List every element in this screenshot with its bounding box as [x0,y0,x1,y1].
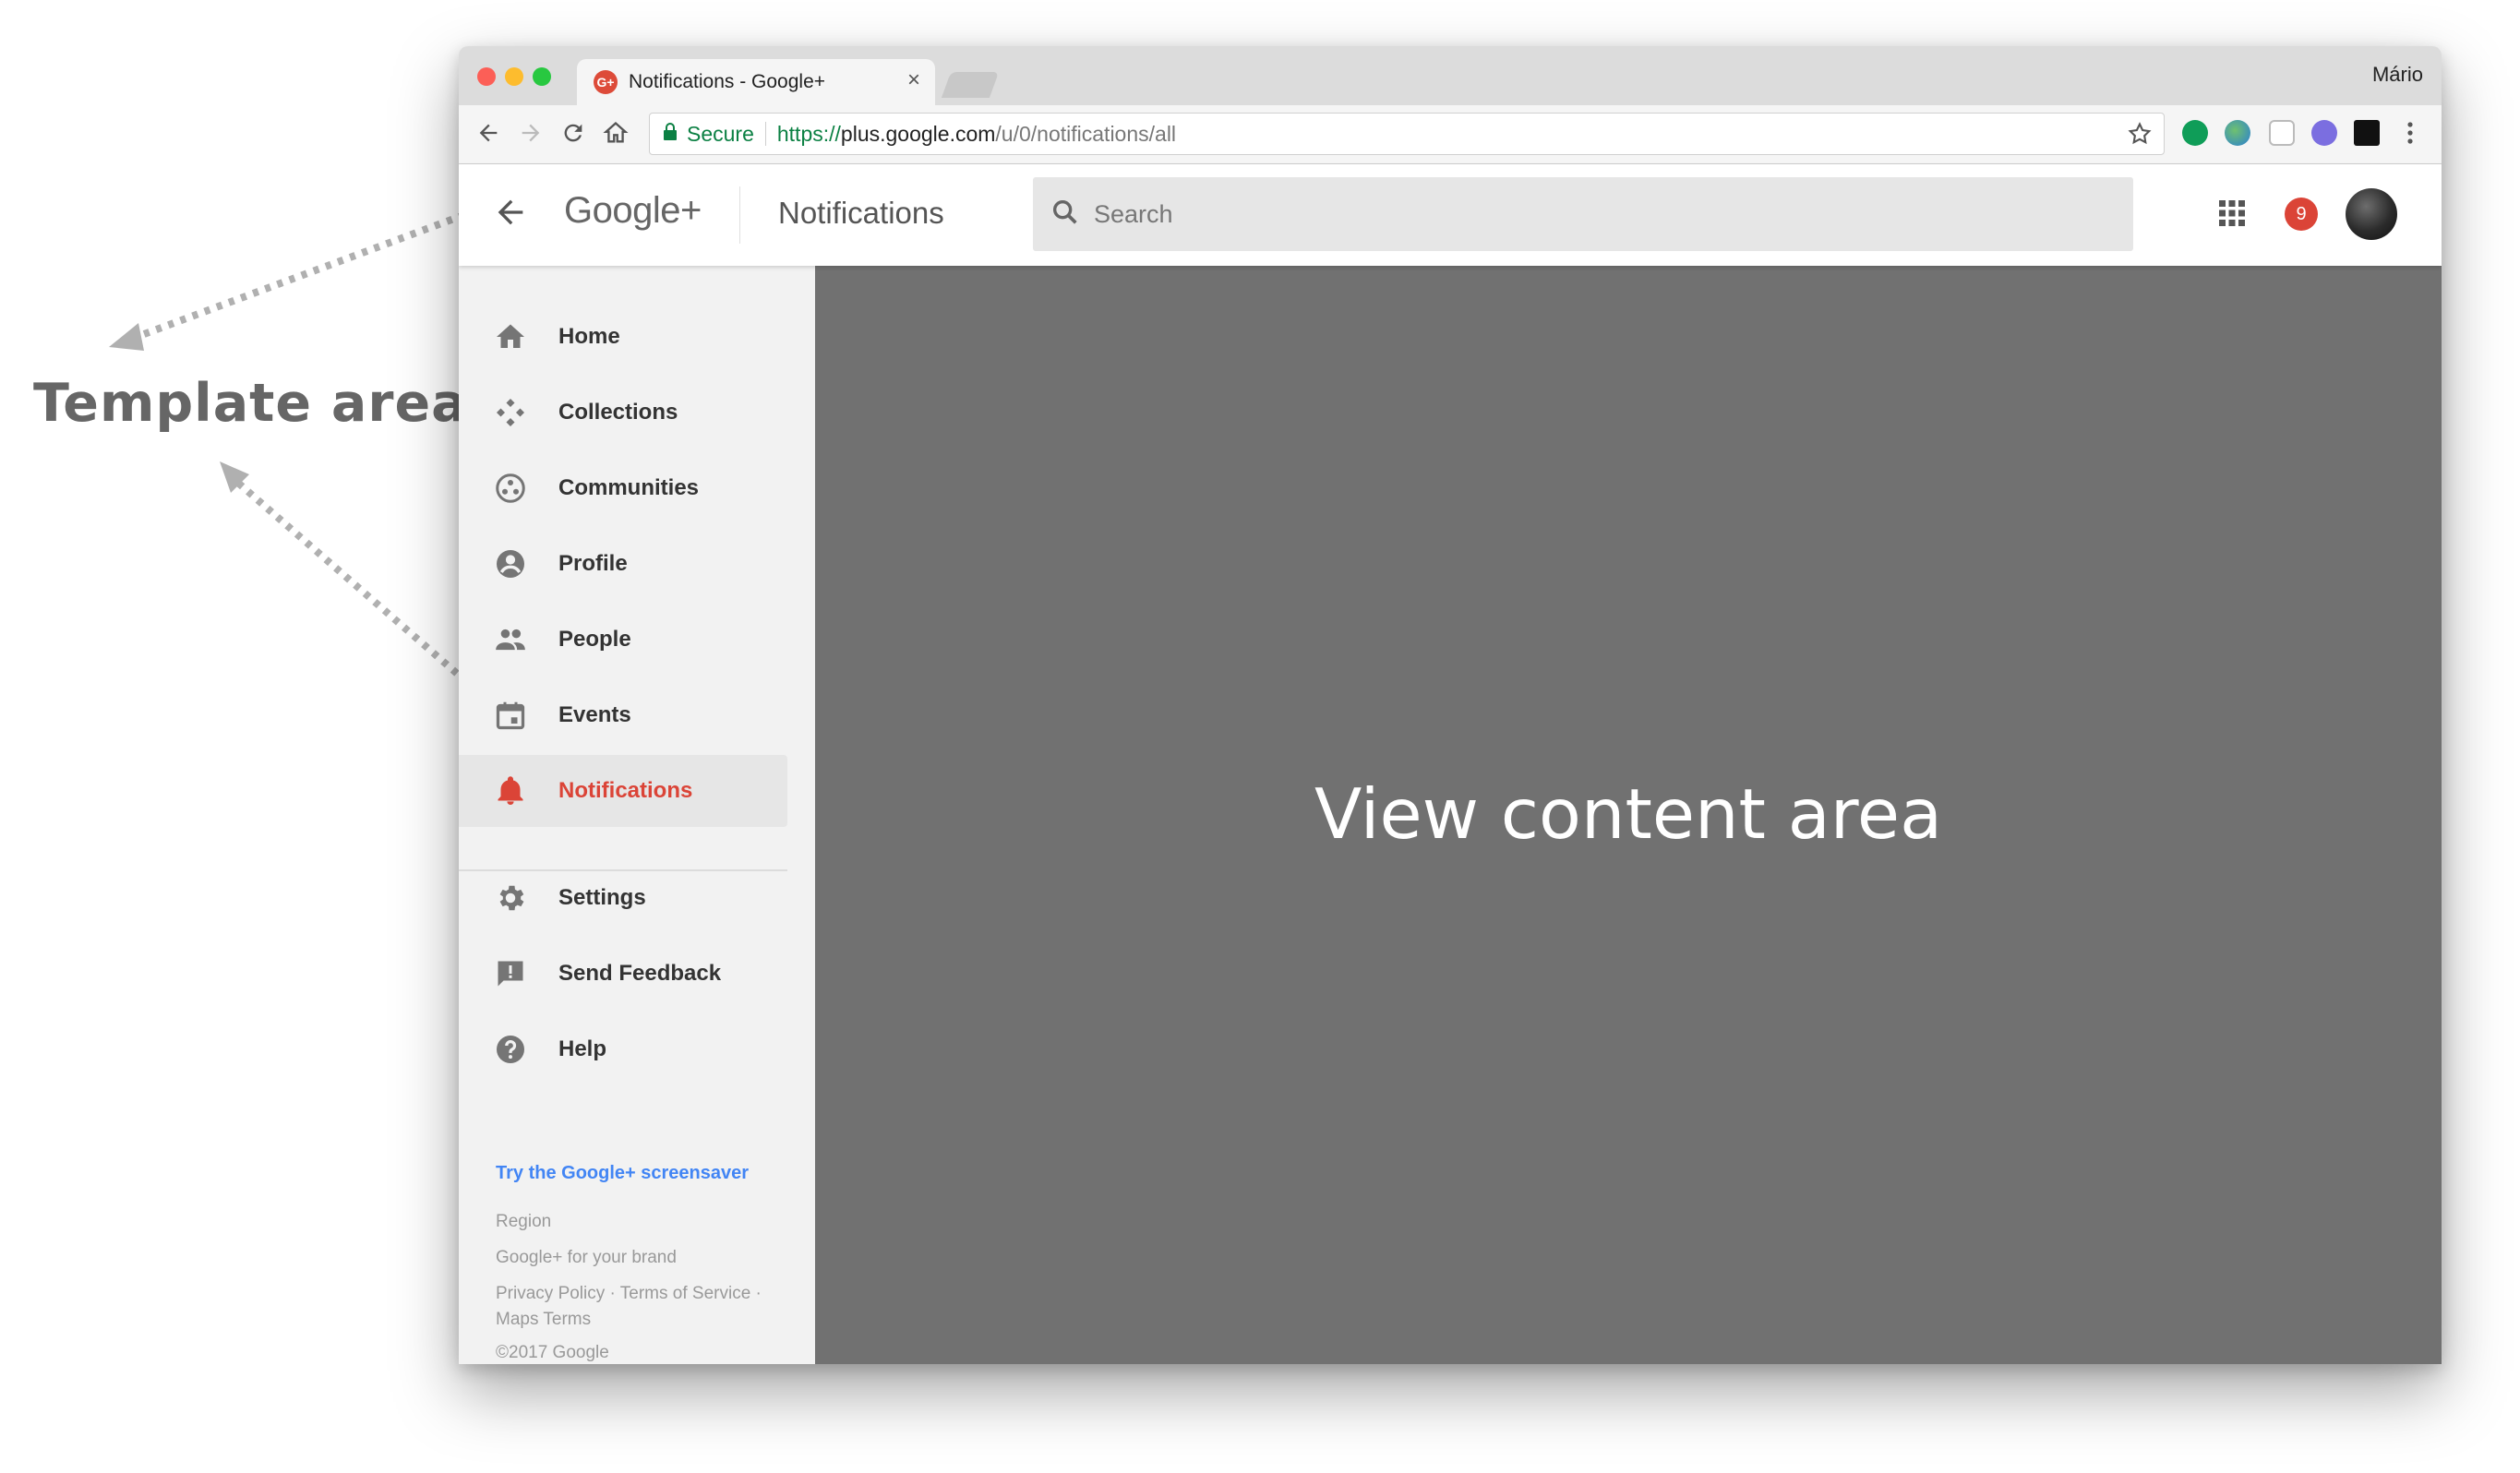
url-field[interactable]: Secure https://plus.google.com/u/0/notif… [649,113,2165,155]
sidebar-item-help[interactable]: Help [459,1013,787,1085]
search-input[interactable]: Search [1033,177,2133,251]
help-icon [492,1031,529,1068]
sidebar-item-label: People [558,627,631,652]
profile-name[interactable]: Mário [2372,63,2423,87]
home-icon [492,318,529,355]
sidebar-item-label: Communities [558,475,700,500]
sidebar-item-label: Profile [558,551,628,576]
sidebar-item-home[interactable]: Home [459,301,787,373]
profile-icon [492,545,529,582]
bell-icon [492,772,529,809]
browser-window: G+ Notifications - Google+ × Mário Secur… [459,46,2442,1364]
sidebar-item-communities[interactable]: Communities [459,452,787,524]
sidebar-item-collections[interactable]: Collections [459,377,787,449]
cube-extension-icon[interactable] [2269,120,2295,146]
address-bar: Secure https://plus.google.com/u/0/notif… [459,105,2442,164]
search-icon [1050,197,1081,233]
gear-icon [492,880,529,916]
screensaver-link[interactable]: Try the Google+ screensaver [496,1163,749,1184]
sidebar-item-notifications[interactable]: Notifications [459,755,787,827]
view-content-area: View content area [815,266,2442,1364]
close-tab-icon[interactable]: × [907,69,920,91]
content-area-label: View content area [1314,773,1943,855]
back-arrow-icon[interactable] [492,194,529,235]
stage: Template area G+ Notifications - Google+… [0,0,2520,1473]
tab-bar: G+ Notifications - Google+ × Mário [459,46,2442,105]
feedback-icon [492,955,529,992]
sidebar-item-settings[interactable]: Settings [459,862,787,934]
google-plus-logo[interactable]: Google+ [564,190,702,232]
sidebar-item-label: Events [558,702,631,727]
copyright-text: ©2017 Google [496,1343,609,1362]
legal-links[interactable]: Privacy Policy · Terms of Service · Maps… [496,1281,791,1333]
sidebar-item-label: Home [558,324,620,349]
app-header: Google+ Notifications Search 9 [459,164,2442,266]
sidebar-item-label: Settings [558,885,646,910]
url-scheme: https:// [776,121,841,146]
search-placeholder: Search [1094,199,1173,228]
url-path: /u/0/notifications/all [995,121,1177,146]
close-window-button[interactable] [477,67,496,86]
hangouts-extension-icon[interactable] [2182,120,2208,146]
reload-icon[interactable] [555,114,592,151]
events-icon [492,697,529,734]
sidebar-item-label: Send Feedback [558,961,722,986]
page-title: Notifications [778,196,944,230]
minimize-window-button[interactable] [505,67,523,86]
collections-icon [492,394,529,431]
url-separator [764,122,766,146]
back-arrow-icon[interactable] [470,114,507,151]
sidebar-nav: Home Collections Communities Profile Peo… [459,266,815,1364]
template-area-label: Template area [33,373,468,434]
sidebar-item-send-feedback[interactable]: Send Feedback [459,938,787,1010]
sidebar-item-label: Collections [558,400,678,425]
secure-label: Secure [687,121,754,146]
apps-grid-icon[interactable] [2218,199,2246,232]
people-icon [492,621,529,658]
sidebar-item-profile[interactable]: Profile [459,528,787,600]
globe-extension-icon[interactable] [2225,120,2250,146]
region-link[interactable]: Region [496,1209,791,1235]
jb-extension-icon[interactable] [2354,120,2380,146]
sidebar-item-events[interactable]: Events [459,679,787,751]
tab-title: Notifications - Google+ [629,71,826,92]
w-extension-icon[interactable] [2311,120,2337,146]
google-plus-favicon-icon: G+ [594,70,618,94]
url-host: plus.google.com [840,121,996,146]
lock-icon [663,122,678,147]
brand-link[interactable]: Google+ for your brand [496,1245,791,1271]
bookmark-star-icon[interactable] [2127,121,2153,152]
communities-icon [492,470,529,507]
header-divider [739,186,740,244]
browser-tab[interactable]: G+ Notifications - Google+ × [577,59,935,105]
browser-menu-icon[interactable] [2392,114,2429,151]
sidebar-item-label: Help [558,1036,607,1061]
sidebar-item-people[interactable]: People [459,604,787,676]
home-button-icon[interactable] [597,114,634,151]
forward-arrow-icon[interactable] [512,114,549,151]
avatar[interactable] [2346,188,2397,240]
notification-count-badge[interactable]: 9 [2285,198,2318,231]
sidebar-item-label: Notifications [558,778,693,803]
new-tab-button[interactable] [941,72,1000,98]
zoom-window-button[interactable] [533,67,551,86]
